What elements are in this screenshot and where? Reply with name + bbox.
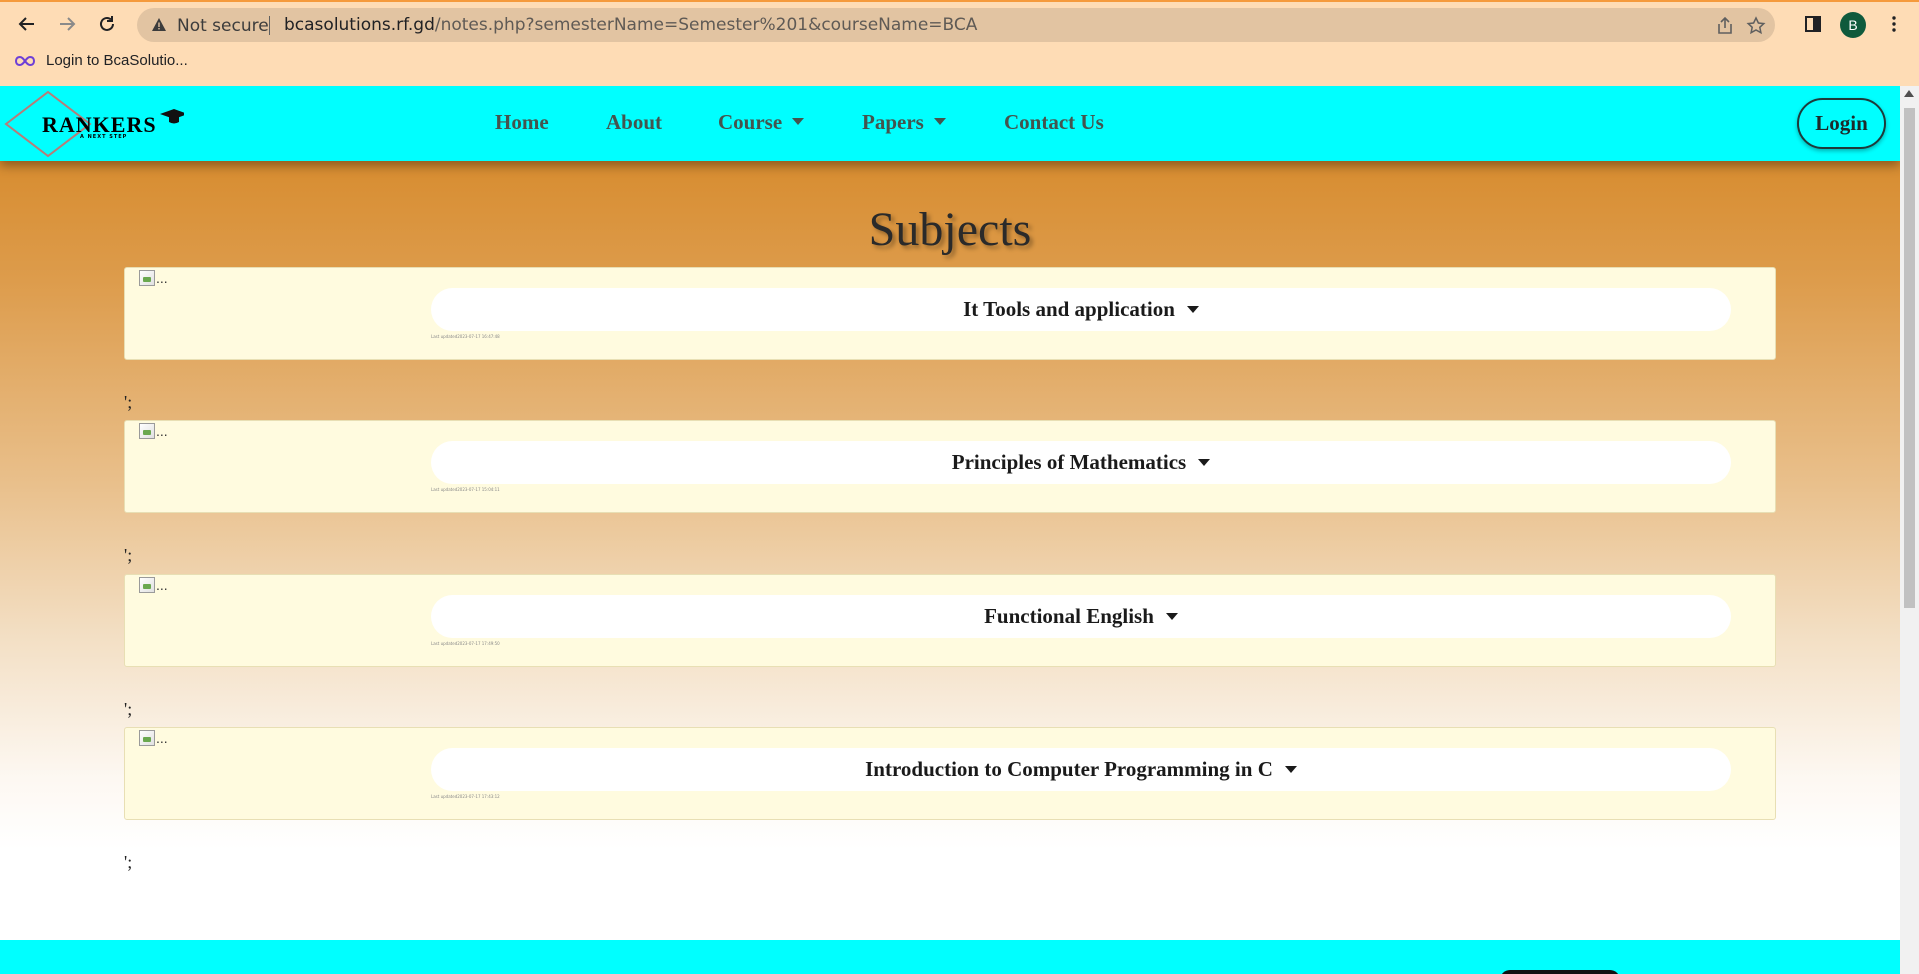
nav-papers-label: Papers	[862, 110, 924, 134]
nav-about-label: About	[606, 110, 663, 134]
stray-text: ';	[124, 545, 133, 565]
nav-contact[interactable]: Contact Us	[1004, 110, 1104, 135]
caret-down-icon	[792, 118, 805, 125]
profile-avatar[interactable]: B	[1840, 12, 1866, 38]
caret-down-icon	[1284, 766, 1297, 773]
address-bar[interactable]: Not secure bcasolutions.rf.gd/notes.php?…	[137, 8, 1775, 42]
site-logo[interactable]: RANKERS A NEXT STEP	[4, 90, 188, 158]
broken-image: ...	[139, 577, 168, 593]
forward-arrow-icon[interactable]	[53, 10, 81, 38]
scroll-up-icon[interactable]	[1904, 90, 1914, 97]
nav-about[interactable]: About	[606, 110, 662, 135]
side-panel-icon[interactable]	[1799, 10, 1827, 38]
share-icon[interactable]	[1715, 16, 1735, 36]
broken-image-icon	[139, 577, 155, 593]
scrollbar-thumb[interactable]	[1904, 108, 1915, 608]
omnibox-divider	[269, 16, 270, 35]
broken-image-icon	[139, 270, 155, 286]
subject-card: ... It Tools and application Last update…	[124, 267, 1776, 360]
subject-name: Principles of Mathematics	[951, 450, 1187, 474]
nav-papers-dropdown[interactable]: Papers	[862, 110, 946, 135]
image-alt-text: ...	[156, 730, 168, 746]
reload-icon[interactable]	[93, 10, 121, 38]
browser-chrome: Not secure bcasolutions.rf.gd/notes.php?…	[0, 0, 1919, 86]
broken-image: ...	[139, 270, 168, 286]
page-scrollbar[interactable]	[1900, 86, 1919, 974]
last-updated-text: Last updated2023-07-17 16:47:48	[431, 334, 500, 339]
last-updated-text: Last updated2023-07-17 17:49:50	[431, 641, 500, 646]
subject-card: ... Functional English Last updated2023-…	[124, 574, 1776, 667]
broken-image: ...	[139, 423, 168, 439]
bookmarks-bar: Login to BcaSolutio...	[0, 50, 1919, 80]
back-arrow-icon[interactable]	[13, 10, 41, 38]
star-icon[interactable]	[1746, 16, 1766, 36]
site-footer	[0, 940, 1900, 974]
stray-text: ';	[124, 852, 133, 872]
broken-image-icon	[139, 423, 155, 439]
last-updated-text: Last updated2023-07-17 15:04:11	[431, 487, 500, 492]
login-button[interactable]: Login	[1797, 98, 1886, 149]
subject-dropdown-button[interactable]: Principles of Mathematics	[431, 441, 1731, 484]
url-host: bcasolutions.rf.gd	[284, 15, 435, 35]
subject-name: Functional English	[984, 604, 1154, 628]
warning-icon[interactable]	[151, 17, 167, 33]
logo-tagline: A NEXT STEP	[80, 134, 128, 140]
broken-image: ...	[139, 730, 168, 746]
page-viewport: RANKERS A NEXT STEP Home About Course Pa…	[0, 86, 1900, 974]
last-updated-text: Last updated2023-07-17 17:43:12	[431, 794, 500, 799]
stray-text: ';	[124, 699, 133, 719]
subject-card: ... Principles of Mathematics Last updat…	[124, 420, 1776, 513]
nav-home[interactable]: Home	[495, 110, 549, 135]
nav-contact-label: Contact Us	[1004, 110, 1104, 134]
bookmark-label: Login to BcaSolutio...	[46, 52, 188, 69]
nav-course-label: Course	[718, 110, 783, 134]
menu-kebab-icon[interactable]	[1880, 10, 1908, 38]
bookmark-login[interactable]: Login to BcaSolutio...	[14, 52, 188, 69]
subject-dropdown-button[interactable]: Introduction to Computer Programming in …	[431, 748, 1731, 791]
caret-down-icon	[1198, 459, 1211, 466]
subject-dropdown-button[interactable]: It Tools and application	[431, 288, 1731, 331]
caret-down-icon	[933, 118, 946, 125]
nav-home-label: Home	[495, 110, 549, 134]
caret-down-icon	[1186, 306, 1199, 313]
browser-toolbar: Not secure bcasolutions.rf.gd/notes.php?…	[0, 2, 1919, 46]
infinity-icon	[14, 55, 36, 66]
page-title: Subjects	[868, 203, 1032, 256]
image-alt-text: ...	[156, 270, 168, 286]
image-alt-text: ...	[156, 423, 168, 439]
subject-card: ... Introduction to Computer Programming…	[124, 727, 1776, 820]
footer-button[interactable]	[1500, 970, 1620, 974]
image-alt-text: ...	[156, 577, 168, 593]
subject-dropdown-button[interactable]: Functional English	[431, 595, 1731, 638]
subject-name: It Tools and application	[963, 297, 1175, 321]
site-navbar: RANKERS A NEXT STEP Home About Course Pa…	[0, 86, 1900, 161]
caret-down-icon	[1165, 613, 1178, 620]
url-text[interactable]: bcasolutions.rf.gd/notes.php?semesterNam…	[284, 15, 977, 35]
subject-name: Introduction to Computer Programming in …	[865, 757, 1273, 781]
stray-text: ';	[124, 392, 133, 412]
broken-image-icon	[139, 730, 155, 746]
security-label[interactable]: Not secure	[177, 16, 269, 36]
url-path: /notes.php?semesterName=Semester%201&cou…	[434, 15, 978, 35]
nav-course-dropdown[interactable]: Course	[718, 110, 805, 135]
